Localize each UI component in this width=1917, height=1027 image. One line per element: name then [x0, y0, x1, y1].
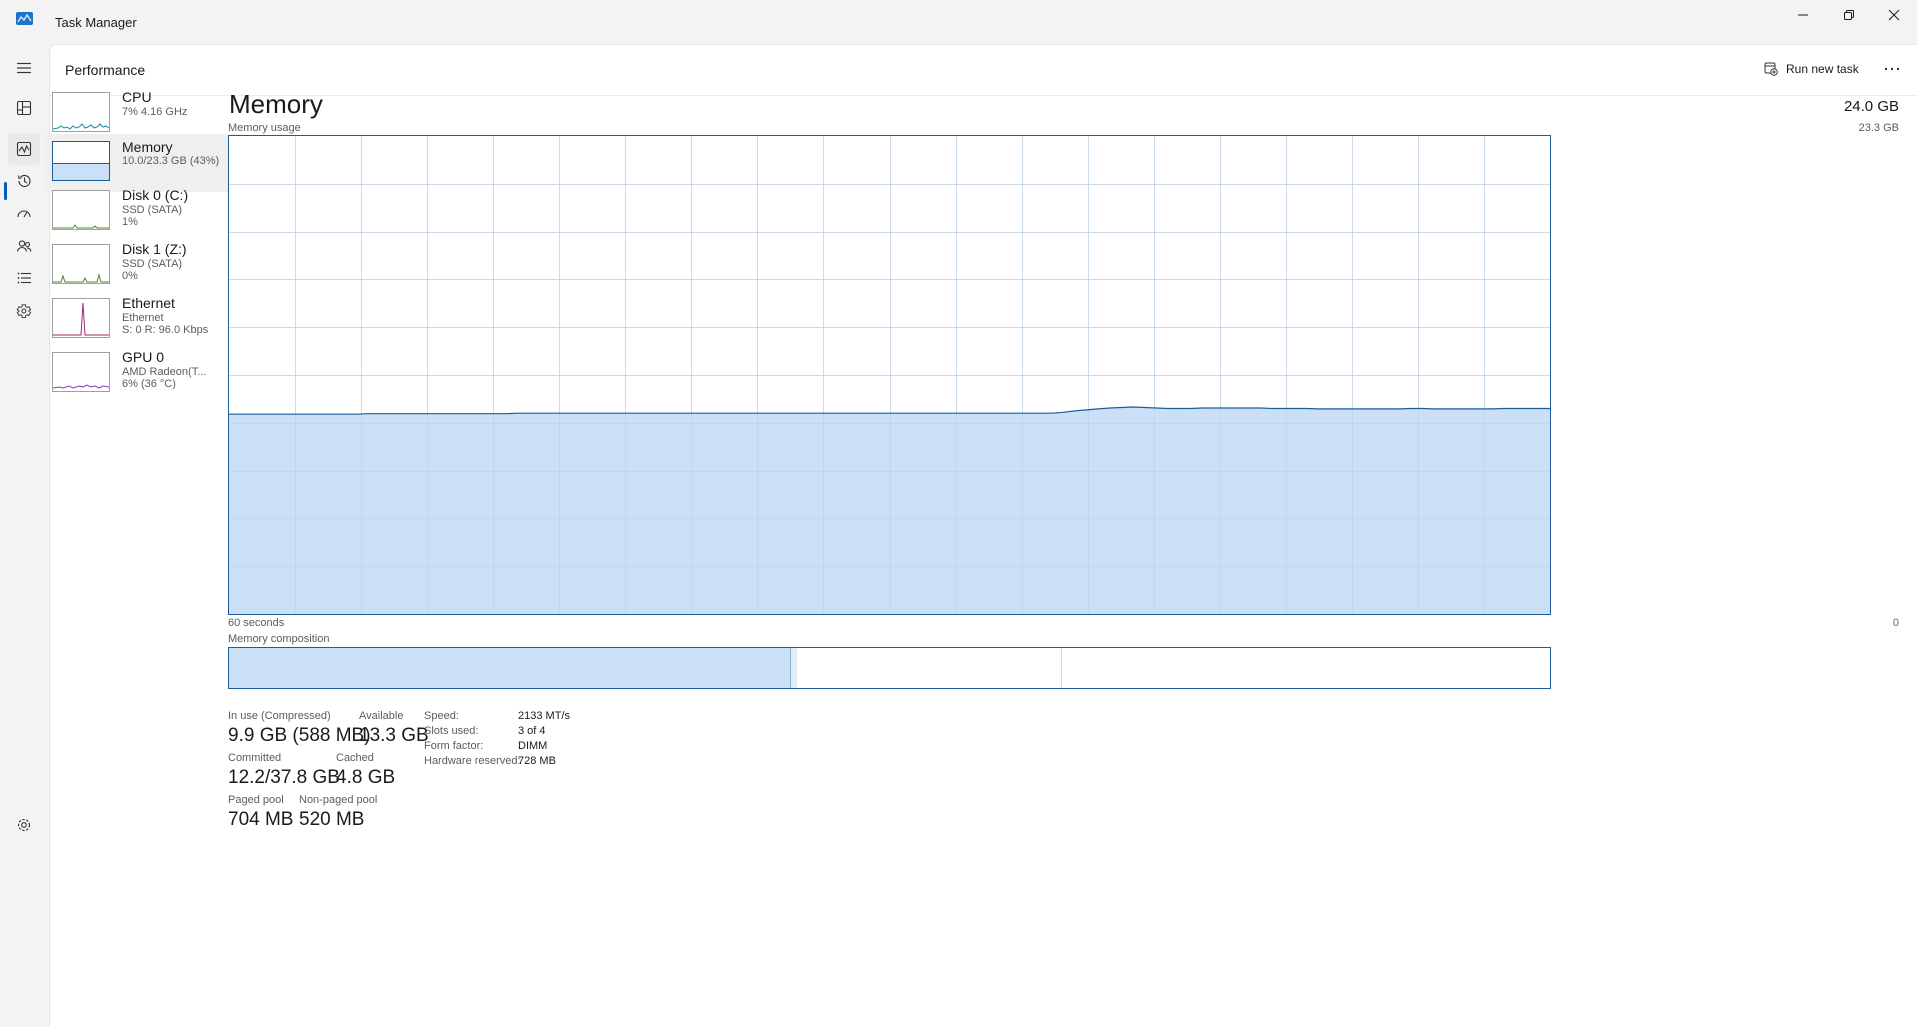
startup-apps-icon: [17, 210, 31, 218]
paged-pool-value: 704 MB: [228, 809, 294, 830]
window-title: Task Manager: [55, 15, 137, 30]
paged-pool-label: Paged pool: [228, 794, 284, 806]
committed-value: 12.2/37.8 GB: [228, 767, 340, 788]
speed-label: Speed:: [424, 710, 459, 722]
nav-users[interactable]: [8, 230, 40, 262]
device-name: GPU 0: [122, 349, 165, 365]
slots-used-value: 3 of 4: [518, 725, 546, 737]
title-bar: Task Manager: [0, 0, 1917, 44]
memory-title: Memory: [229, 89, 323, 119]
memory-usage-max: 23.3 GB: [1858, 122, 1899, 134]
memory-composition-bar: [228, 647, 1551, 689]
device-disk-0[interactable]: Disk 0 (C:) SSD (SATA) 1%: [44, 186, 244, 244]
services-icon: [16, 304, 32, 318]
device-usage: 6% (36 °C): [122, 378, 176, 390]
more-options-button[interactable]: [1876, 55, 1908, 83]
processes-icon: [16, 100, 32, 116]
nav-performance[interactable]: [8, 133, 40, 165]
gpu-0-thumbnail: [52, 352, 110, 392]
hardware-reserved-value: 728 MB: [518, 755, 556, 767]
settings-icon: [17, 818, 31, 832]
device-name: Disk 0 (C:): [122, 187, 189, 203]
available-label: Available: [359, 710, 404, 722]
non-paged-pool-label: Non-paged pool: [299, 794, 378, 806]
nav-startup-apps[interactable]: [8, 198, 40, 230]
close-icon: [1888, 9, 1900, 21]
run-new-task-button[interactable]: Run new task: [1758, 55, 1865, 83]
performance-icon: [16, 141, 32, 157]
memory-total: 24.0 GB: [1843, 98, 1899, 115]
memory-usage-label: Memory usage: [228, 122, 301, 134]
run-new-task-label: Run new task: [1786, 62, 1859, 76]
device-subtitle: Ethernet: [122, 312, 164, 324]
device-usage: 0%: [122, 270, 138, 282]
disk-1-thumbnail: [52, 244, 110, 284]
minimize-button[interactable]: [1780, 0, 1826, 30]
cached-value: 4.8 GB: [336, 767, 396, 788]
users-icon: [16, 240, 32, 252]
speed-value: 2133 MT/s: [518, 710, 570, 722]
available-value: 13.3 GB: [359, 725, 429, 746]
active-nav-indicator: [4, 182, 7, 200]
time-axis-end: 0: [1892, 617, 1899, 629]
time-axis-start: 60 seconds: [228, 617, 285, 629]
device-throughput: S: 0 R: 96.0 Kbps: [122, 324, 209, 336]
device-usage: 1%: [122, 216, 138, 228]
device-subtitle: 7% 4.16 GHz: [122, 106, 188, 118]
nav-menu-button[interactable]: [8, 52, 40, 84]
device-ethernet[interactable]: Ethernet Ethernet S: 0 R: 96.0 Kbps: [44, 294, 244, 352]
nav-processes[interactable]: [8, 92, 40, 124]
device-gpu-0[interactable]: GPU 0 AMD Radeon(T... 6% (36 °C): [44, 348, 244, 406]
run-task-icon: [1764, 62, 1778, 76]
device-disk-1[interactable]: Disk 1 (Z:) SSD (SATA) 0%: [44, 240, 244, 298]
device-name: Ethernet: [122, 295, 175, 311]
slots-used-label: Slots used:: [424, 725, 479, 737]
composition-free: [1061, 648, 1550, 688]
composition-in-use: [229, 648, 791, 688]
device-memory[interactable]: Memory 10.0/23.3 GB (43%): [44, 134, 244, 192]
cpu-thumbnail: [52, 92, 110, 132]
composition-modified: [790, 648, 798, 688]
restore-icon: [1844, 10, 1854, 20]
hamburger-icon: [17, 62, 31, 74]
task-manager-app-icon: [16, 12, 33, 25]
nav-services[interactable]: [8, 295, 40, 327]
form-factor-label: Form factor:: [424, 740, 484, 752]
device-subtitle: SSD (SATA): [122, 258, 183, 270]
device-subtitle: SSD (SATA): [122, 204, 183, 216]
close-button[interactable]: [1871, 0, 1917, 30]
ethernet-thumbnail: [52, 298, 110, 338]
app-history-icon: [17, 174, 31, 187]
nav-app-history[interactable]: [8, 165, 40, 197]
memory-thumbnail: [52, 141, 110, 181]
device-subtitle: AMD Radeon(T...: [122, 366, 207, 378]
hardware-reserved-label: Hardware reserved:: [424, 755, 521, 767]
form-factor-value: DIMM: [518, 740, 548, 752]
disk-0-thumbnail: [52, 190, 110, 230]
nav-settings[interactable]: [8, 809, 40, 841]
device-name: Memory: [122, 139, 173, 155]
device-name: CPU: [122, 89, 152, 105]
memory-composition-label: Memory composition: [228, 633, 330, 645]
memory-usage-chart: [228, 135, 1551, 615]
in-use-label: In use (Compressed): [228, 710, 331, 722]
restore-button[interactable]: [1826, 0, 1872, 30]
more-options-icon: [1884, 67, 1900, 71]
page-header: Performance Run new task: [50, 45, 1917, 96]
committed-label: Committed: [228, 752, 282, 764]
minimize-icon: [1798, 14, 1808, 16]
page-title: Performance: [65, 62, 146, 78]
composition-standby: [797, 648, 1062, 688]
non-paged-pool-value: 520 MB: [299, 809, 365, 830]
cached-label: Cached: [336, 752, 374, 764]
nav-details[interactable]: [8, 262, 40, 294]
device-subtitle: 10.0/23.3 GB (43%): [122, 155, 220, 167]
device-name: Disk 1 (Z:): [122, 241, 187, 257]
navigation-rail: [0, 44, 48, 1027]
in-use-value: 9.9 GB (588 MB): [228, 725, 371, 746]
details-icon: [17, 272, 31, 284]
